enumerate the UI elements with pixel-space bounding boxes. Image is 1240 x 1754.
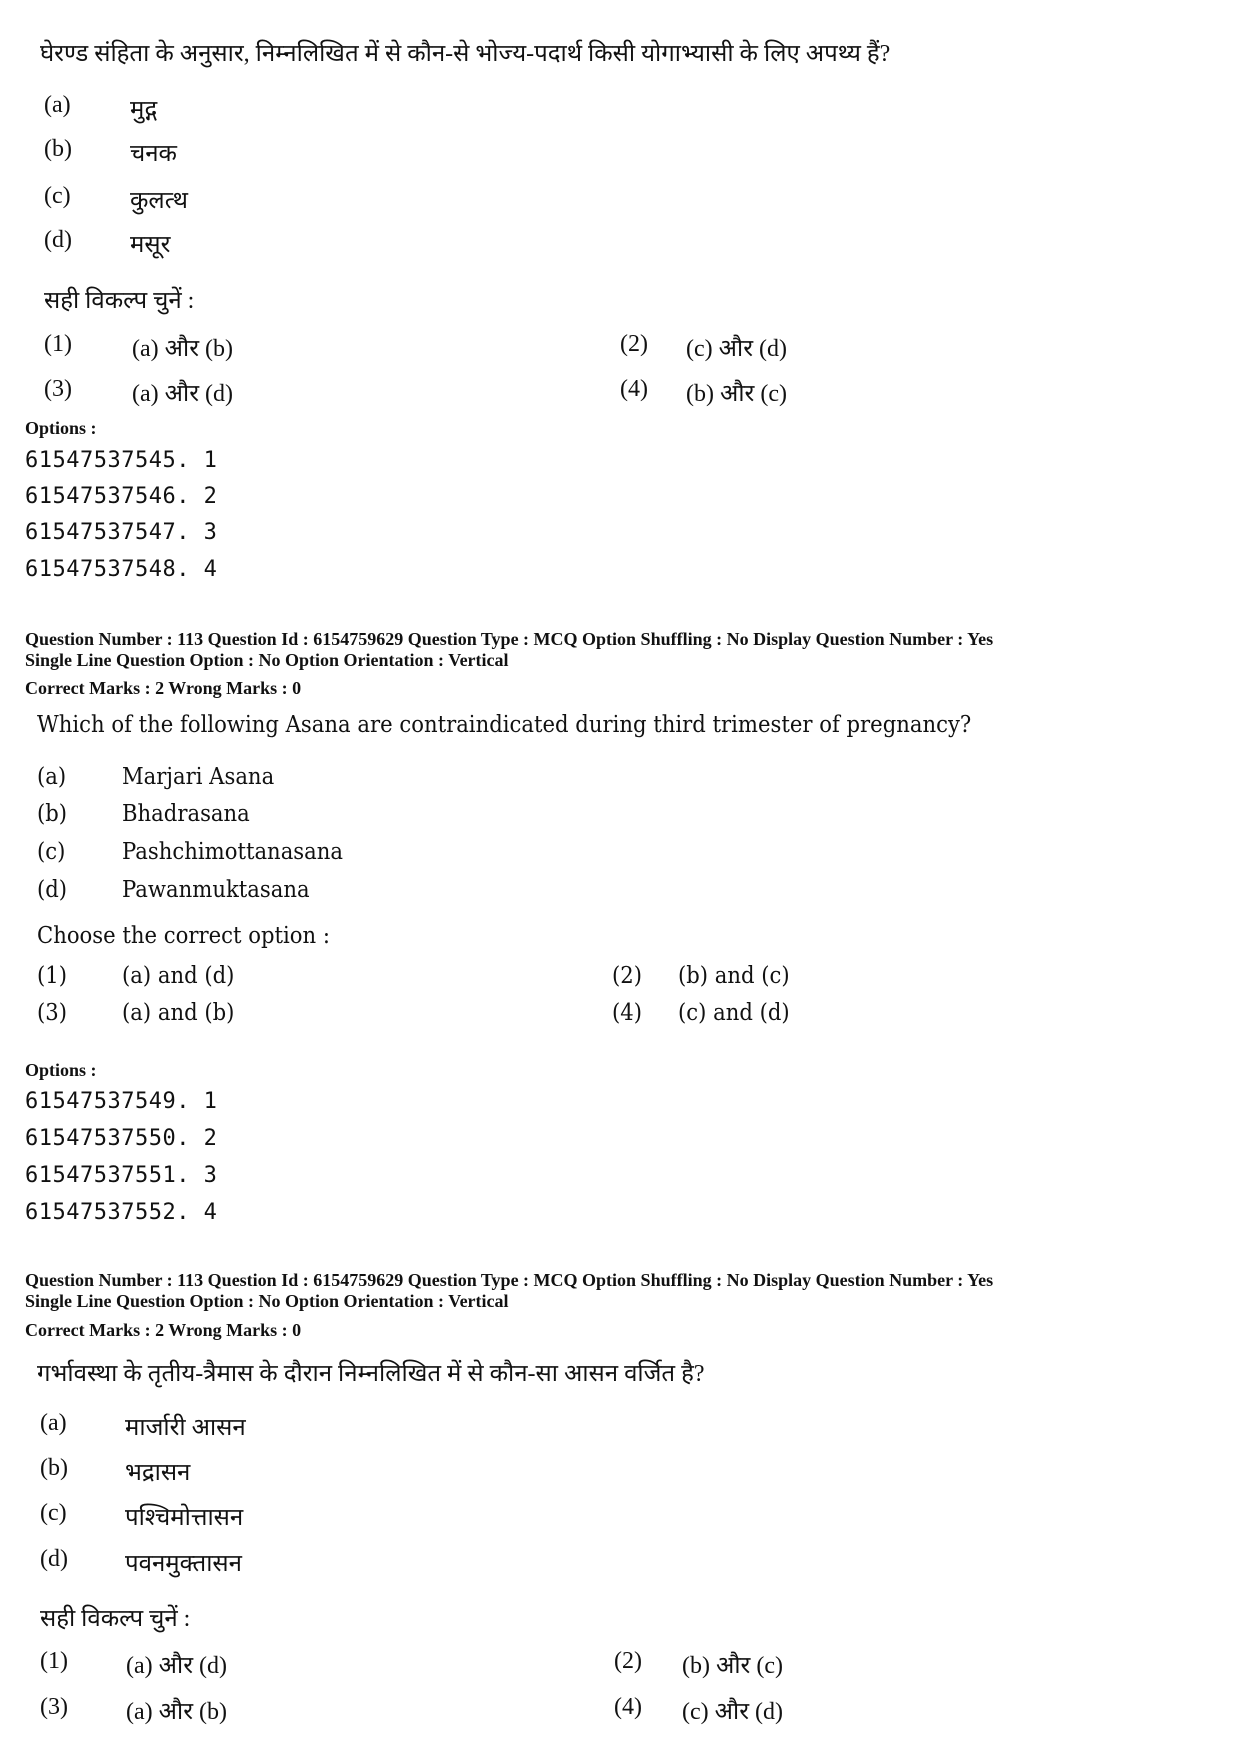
answer-text: (a) और (b) — [126, 1699, 227, 1725]
answer-number: (1) — [40, 1648, 68, 1674]
option-id: 61547537549. 1 — [25, 1089, 218, 1114]
answer-number: (2) — [614, 1648, 642, 1674]
item-label: (a) — [40, 1410, 67, 1436]
item-label: (b) — [40, 1455, 68, 1481]
item-text: भद्रासन — [125, 1460, 191, 1486]
question-text-hindi-2: गर्भावस्था के तृतीय-त्रैमास के दौरान निम… — [37, 1361, 705, 1387]
option-id: 61547537546. 2 — [25, 484, 218, 509]
question-text-hindi-1: घेरण्ड संहिता के अनुसार, निम्नलिखित में … — [40, 41, 891, 67]
item-text: Pawanmuktasana — [122, 877, 310, 903]
option-id: 61547537551. 3 — [25, 1163, 218, 1188]
question-meta-line2: Single Line Question Option : No Option … — [25, 650, 509, 670]
item-label: (d) — [40, 1546, 68, 1572]
answer-text: (a) and (b) — [122, 1000, 235, 1026]
answer-text: (a) and (d) — [122, 963, 235, 989]
options-heading: Options : — [25, 1060, 97, 1080]
item-text: चनक — [130, 141, 177, 167]
item-label: (c) — [44, 183, 71, 209]
item-text: कुलत्थ — [130, 188, 188, 214]
item-label: (c) — [37, 839, 66, 865]
answer-text: (a) और (d) — [132, 381, 233, 407]
answer-number: (3) — [40, 1694, 68, 1720]
answer-text: (c) और (d) — [686, 336, 787, 362]
answer-number: (1) — [44, 331, 72, 357]
answer-number: (3) — [44, 376, 72, 402]
answer-number: (1) — [37, 963, 67, 989]
question-text-english: Which of the following Asana are contrai… — [37, 712, 972, 738]
item-label: (d) — [37, 877, 68, 903]
choose-prompt: सही विकल्प चुनें : — [40, 1606, 191, 1632]
answer-text: (b) and (c) — [678, 963, 790, 989]
item-label: (b) — [44, 136, 72, 162]
item-text: मार्जारी आसन — [125, 1415, 246, 1441]
item-label: (b) — [37, 801, 68, 827]
item-text: Bhadrasana — [122, 801, 250, 827]
item-text: पश्चिमोत्तासन — [125, 1505, 244, 1531]
question-marks: Correct Marks : 2 Wrong Marks : 0 — [25, 678, 302, 698]
answer-number: (4) — [612, 1000, 642, 1026]
item-text: Marjari Asana — [122, 764, 275, 790]
answer-number: (4) — [614, 1694, 642, 1720]
option-id: 61547537552. 4 — [25, 1200, 218, 1225]
answer-text: (b) और (c) — [682, 1653, 783, 1679]
option-id: 61547537550. 2 — [25, 1126, 218, 1151]
options-heading: Options : — [25, 418, 97, 438]
choose-prompt: सही विकल्प चुनें : — [44, 288, 195, 314]
item-label: (d) — [44, 227, 72, 253]
choose-prompt: Choose the correct option : — [37, 923, 330, 949]
answer-text: (a) और (b) — [132, 336, 233, 362]
question-meta-line2: Single Line Question Option : No Option … — [25, 1291, 509, 1311]
answer-text: (c) और (d) — [682, 1699, 783, 1725]
item-label: (a) — [44, 92, 71, 118]
answer-text: (b) और (c) — [686, 381, 787, 407]
answer-text: (a) और (d) — [126, 1653, 227, 1679]
item-text: पवनमुक्तासन — [125, 1551, 242, 1577]
answer-number: (4) — [620, 376, 648, 402]
question-meta-line1: Question Number : 113 Question Id : 6154… — [25, 629, 994, 649]
option-id: 61547537547. 3 — [25, 520, 218, 545]
item-label: (a) — [37, 764, 67, 790]
answer-number: (2) — [612, 963, 642, 989]
question-marks: Correct Marks : 2 Wrong Marks : 0 — [25, 1320, 302, 1340]
question-meta-line1: Question Number : 113 Question Id : 6154… — [25, 1270, 994, 1290]
option-id: 61547537548. 4 — [25, 557, 218, 582]
answer-text: (c) and (d) — [678, 1000, 790, 1026]
item-label: (c) — [40, 1500, 67, 1526]
item-text: Pashchimottanasana — [122, 839, 344, 865]
item-text: मुद्ग — [130, 97, 158, 123]
answer-number: (2) — [620, 331, 648, 357]
answer-number: (3) — [37, 1000, 67, 1026]
option-id: 61547537545. 1 — [25, 448, 218, 473]
item-text: मसूर — [130, 232, 171, 258]
